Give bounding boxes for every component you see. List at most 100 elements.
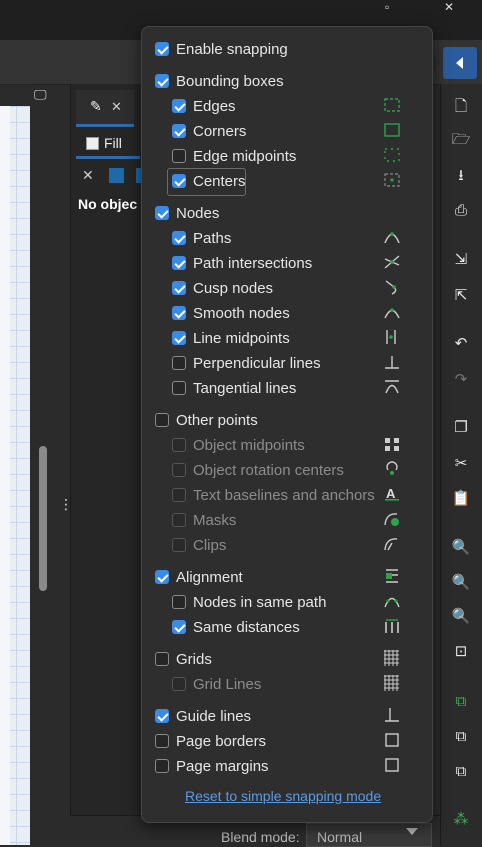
snap-option-edge-midpoints[interactable]: Edge midpoints (172, 145, 296, 167)
other-points-checkbox[interactable] (155, 413, 169, 427)
page-margins-label: Page margins (176, 757, 269, 775)
vertical-scrollbar[interactable] (39, 446, 47, 591)
grid-lines-label: Grid Lines (193, 675, 262, 693)
display-mode-icon[interactable]: 🖵 (34, 87, 52, 103)
snap-option-smooth-nodes[interactable]: Smooth nodes (172, 302, 290, 324)
snap-option-clips[interactable]: Clips (172, 534, 226, 556)
export-icon[interactable]: ⇱ (448, 284, 474, 306)
reset-snapping-link[interactable]: Reset to simple snapping mode (185, 788, 381, 804)
nodes-same-path-checkbox[interactable] (172, 595, 186, 609)
snap-option-paths[interactable]: Paths (172, 227, 231, 249)
masks-checkbox[interactable] (172, 513, 186, 527)
snap-option-guide-lines[interactable]: Guide lines (155, 705, 251, 727)
snap-option-object-midpoints[interactable]: Object midpoints (172, 434, 305, 456)
page-borders-snap-icon (385, 733, 399, 747)
zoom-center-icon[interactable]: ⊡ (448, 640, 474, 662)
page-borders-checkbox[interactable] (155, 734, 169, 748)
paste-icon[interactable]: 📋 (448, 487, 474, 509)
snap-option-masks[interactable]: Masks (172, 509, 236, 531)
cut-icon[interactable]: ✂ (448, 452, 474, 474)
nodes-checkbox[interactable] (155, 206, 169, 220)
guide-lines-checkbox[interactable] (155, 709, 169, 723)
guide-lines-label: Guide lines (176, 707, 252, 725)
chevron-down-icon (406, 828, 418, 835)
snap-option-page-margins[interactable]: Page margins (155, 755, 269, 777)
flat-color-swatch[interactable] (109, 168, 124, 183)
smooth-nodes-checkbox[interactable] (172, 306, 186, 320)
snap-option-cusp-nodes[interactable]: Cusp nodes (172, 277, 273, 299)
page-margins-checkbox[interactable] (155, 759, 169, 773)
object-rotation-centers-checkbox[interactable] (172, 463, 186, 477)
snap-option-grids[interactable]: Grids (155, 648, 212, 670)
snap-option-corners[interactable]: Corners (172, 120, 246, 142)
path-intersections-snap-icon (384, 255, 400, 269)
corners-checkbox[interactable] (172, 124, 186, 138)
undo-icon[interactable]: ↶ (448, 332, 474, 354)
snap-option-text-baselines[interactable]: Text baselines and anchors (172, 484, 375, 506)
tangential-lines-checkbox[interactable] (172, 381, 186, 395)
blend-mode-label: Blend mode: (221, 829, 300, 845)
object-midpoints-checkbox[interactable] (172, 438, 186, 452)
redo-icon[interactable]: ↷ (448, 368, 474, 390)
open-icon[interactable]: 🗁 (448, 130, 474, 152)
text-baselines-checkbox[interactable] (172, 488, 186, 502)
centers-checkbox[interactable] (172, 174, 186, 188)
path-intersections-checkbox[interactable] (172, 256, 186, 270)
unlink-clone-icon[interactable]: ⧉ (448, 760, 474, 782)
dialog-tab[interactable] (76, 90, 134, 127)
bounding-boxes-checkbox[interactable] (155, 74, 169, 88)
snap-option-line-midpoints[interactable]: Line midpoints (172, 327, 290, 349)
perpendicular-lines-checkbox[interactable] (172, 356, 186, 370)
edge-midpoints-checkbox[interactable] (172, 149, 186, 163)
line-midpoints-checkbox[interactable] (172, 331, 186, 345)
zoom-page-icon[interactable]: 🔍 (448, 605, 474, 627)
snap-option-tangential-lines[interactable]: Tangential lines (172, 377, 296, 399)
snap-option-other-points[interactable]: Other points (155, 409, 258, 431)
corners-snap-icon (384, 123, 400, 137)
object-rotation-centers-label: Object rotation centers (193, 461, 344, 479)
zoom-selection-icon[interactable]: 🔍 (448, 536, 474, 558)
grids-checkbox[interactable] (155, 652, 169, 666)
bounding-boxes-label: Bounding boxes (176, 72, 284, 90)
masks-label: Masks (193, 511, 237, 529)
grid-lines-checkbox[interactable] (172, 677, 186, 691)
snap-option-nodes-same-path[interactable]: Nodes in same path (172, 591, 326, 613)
snap-option-centers[interactable]: Centers (172, 170, 246, 192)
import-icon[interactable]: ⇲ (448, 248, 474, 270)
snap-option-path-intersections[interactable]: Path intersections (172, 252, 312, 274)
snap-option-page-borders[interactable]: Page borders (155, 730, 266, 752)
same-distances-label: Same distances (193, 618, 300, 636)
alignment-checkbox[interactable] (155, 570, 169, 584)
enable-checkbox[interactable] (155, 42, 169, 56)
cusp-nodes-checkbox[interactable] (172, 281, 186, 295)
edges-snap-icon (384, 98, 400, 112)
duplicate-icon[interactable]: ⧉ (448, 690, 474, 712)
snap-option-grid-lines[interactable]: Grid Lines (172, 673, 261, 695)
clone-icon[interactable]: ⧉ (448, 725, 474, 747)
paths-checkbox[interactable] (172, 231, 186, 245)
window-close-icon[interactable]: ✕ (444, 0, 454, 14)
snap-option-perpendicular-lines[interactable]: Perpendicular lines (172, 352, 321, 374)
snap-option-nodes[interactable]: Nodes (155, 202, 219, 224)
snap-option-enable[interactable]: Enable snapping (155, 38, 288, 60)
snap-option-same-distances[interactable]: Same distances (172, 616, 300, 638)
new-document-icon[interactable]: 🗋 (448, 97, 474, 119)
window-restore-icon[interactable]: ▫ (385, 0, 389, 14)
xml-editor-icon[interactable]: ⁂ (448, 808, 474, 830)
save-icon[interactable]: ⭳ (448, 166, 474, 188)
edges-checkbox[interactable] (172, 99, 186, 113)
same-distances-checkbox[interactable] (172, 620, 186, 634)
no-paint-icon[interactable]: ✕ (82, 167, 94, 184)
fill-checkbox[interactable] (86, 137, 99, 150)
snap-option-edges[interactable]: Edges (172, 95, 236, 117)
clips-checkbox[interactable] (172, 538, 186, 552)
zoom-drawing-icon[interactable]: 🔍 (448, 571, 474, 593)
snap-option-alignment[interactable]: Alignment (155, 566, 243, 588)
snap-option-object-rotation-centers[interactable]: Object rotation centers (172, 459, 344, 481)
close-tab-icon[interactable]: ✕ (111, 99, 122, 115)
print-icon[interactable]: ⎙ (448, 199, 474, 221)
pen-icon: ✎ (90, 98, 102, 114)
copy-icon[interactable]: ❐ (448, 416, 474, 438)
snap-option-bounding-boxes[interactable]: Bounding boxes (155, 70, 284, 92)
smooth-nodes-snap-icon (384, 308, 400, 319)
